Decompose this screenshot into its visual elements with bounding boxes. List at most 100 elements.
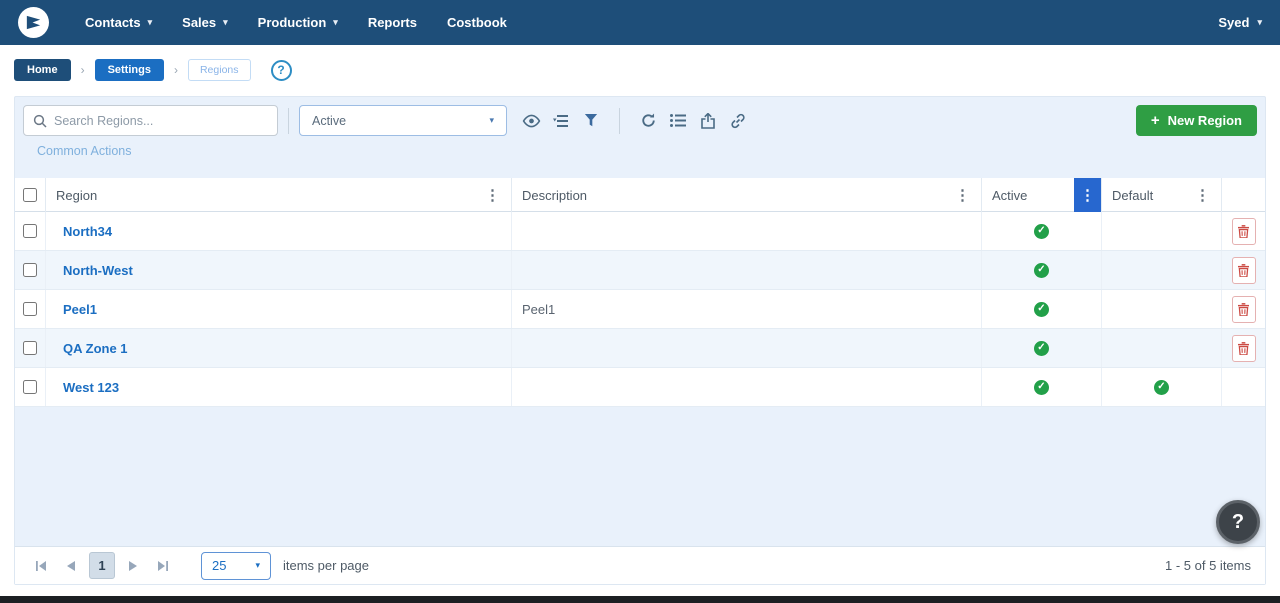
chevron-down-icon: ▾	[489, 115, 494, 126]
items-range-label: 1 - 5 of 5 items	[1165, 558, 1251, 573]
row-checkbox[interactable]	[23, 302, 37, 316]
actions-cell	[1222, 212, 1265, 250]
row-checkbox[interactable]	[23, 263, 37, 277]
filter-icon	[584, 113, 598, 128]
region-cell: North34	[46, 212, 512, 250]
nav-production[interactable]: Production ▾	[258, 15, 338, 30]
plus-icon: +	[1151, 112, 1160, 129]
active-cell: ✓	[982, 290, 1102, 328]
column-header-active: Active ⋮	[982, 178, 1102, 212]
page-help-icon[interactable]: ?	[271, 60, 292, 81]
nav-reports[interactable]: Reports	[368, 15, 417, 30]
page-size-dropdown[interactable]: 25 ▾	[201, 552, 271, 580]
row-checkbox[interactable]	[23, 380, 37, 394]
breadcrumb: Home › Settings › Regions ?	[0, 45, 1280, 95]
column-header-default: Default ⋮	[1102, 178, 1222, 212]
nav-label: Sales	[182, 15, 216, 30]
first-page-button[interactable]	[29, 554, 53, 578]
chevron-right-icon: ›	[81, 63, 85, 77]
list-icon	[670, 114, 686, 127]
table-body: North34 ✓ North-West	[15, 212, 1265, 407]
new-region-label: New Region	[1168, 113, 1242, 128]
default-column-menu-icon[interactable]: ⋮	[1192, 186, 1213, 204]
screen-bottom-edge	[0, 596, 1280, 603]
trash-icon	[1238, 303, 1249, 316]
nav-label: Production	[258, 15, 327, 30]
delete-button[interactable]	[1232, 335, 1256, 362]
delete-button[interactable]	[1232, 218, 1256, 245]
table-row: West 123 ✓ ✓	[15, 368, 1265, 407]
region-link[interactable]: QA Zone 1	[63, 341, 128, 356]
nav-sales[interactable]: Sales ▾	[182, 15, 228, 30]
column-header-region: Region ⋮	[46, 178, 512, 212]
region-link[interactable]: North-West	[63, 263, 133, 278]
delete-button[interactable]	[1232, 296, 1256, 323]
region-cell: Peel1	[46, 290, 512, 328]
search-input[interactable]	[54, 114, 268, 128]
toolbar-icons	[519, 108, 750, 134]
last-page-button[interactable]	[151, 554, 175, 578]
export-button[interactable]	[696, 109, 720, 133]
region-link[interactable]: Peel1	[63, 302, 97, 317]
toolbar-divider	[288, 108, 289, 134]
row-checkbox-cell	[15, 251, 46, 289]
previous-page-icon	[67, 561, 75, 571]
link-icon	[730, 113, 746, 129]
nav-contacts[interactable]: Contacts ▾	[85, 15, 152, 30]
column-header-description: Description ⋮	[512, 178, 982, 212]
filter-button[interactable]	[579, 109, 603, 133]
refresh-button[interactable]	[636, 109, 660, 133]
column-chooser-button[interactable]	[549, 109, 573, 133]
kebab-menu-icon: ⋮	[1080, 186, 1095, 204]
region-cell: QA Zone 1	[46, 329, 512, 367]
chevron-right-icon: ›	[174, 63, 178, 77]
new-region-button[interactable]: + New Region	[1136, 105, 1257, 136]
page-number-button[interactable]: 1	[89, 552, 115, 579]
active-check-icon: ✓	[1034, 380, 1049, 395]
description-cell	[512, 368, 982, 406]
row-checkbox-cell	[15, 290, 46, 328]
select-all-checkbox[interactable]	[23, 188, 37, 202]
region-link[interactable]: West 123	[63, 380, 119, 395]
previous-page-button[interactable]	[59, 554, 83, 578]
user-menu[interactable]: Syed ▾	[1218, 15, 1262, 30]
default-cell	[1102, 290, 1222, 328]
description-cell	[512, 251, 982, 289]
breadcrumb-settings-button[interactable]: Settings	[95, 59, 164, 81]
floating-help-button[interactable]: ?	[1216, 500, 1260, 544]
active-column-menu-button[interactable]: ⋮	[1074, 178, 1101, 212]
app-logo[interactable]	[18, 7, 49, 38]
export-icon	[701, 113, 715, 129]
column-label: Default	[1112, 188, 1153, 203]
region-column-menu-icon[interactable]: ⋮	[482, 186, 503, 204]
column-label: Active	[992, 188, 1027, 203]
content-panel: Active ▾	[14, 96, 1266, 585]
default-cell	[1102, 329, 1222, 367]
active-cell: ✓	[982, 212, 1102, 250]
active-cell: ✓	[982, 251, 1102, 289]
delete-button[interactable]	[1232, 257, 1256, 284]
next-page-button[interactable]	[121, 554, 145, 578]
table-row: North-West ✓	[15, 251, 1265, 290]
description-cell	[512, 329, 982, 367]
nav-costbook[interactable]: Costbook	[447, 15, 507, 30]
app-window: Contacts ▾ Sales ▾ Production ▾ Reports …	[0, 0, 1280, 603]
search-box	[23, 105, 278, 136]
status-filter-dropdown[interactable]: Active ▾	[299, 105, 507, 136]
row-checkbox[interactable]	[23, 224, 37, 238]
visibility-button[interactable]	[519, 109, 543, 133]
table-row: Peel1 Peel1 ✓	[15, 290, 1265, 329]
breadcrumb-home-button[interactable]: Home	[14, 59, 71, 81]
chevron-down-icon: ▾	[333, 17, 338, 28]
chevron-down-icon: ▾	[255, 560, 260, 571]
list-view-button[interactable]	[666, 109, 690, 133]
default-cell	[1102, 251, 1222, 289]
breadcrumb-current-regions: Regions	[188, 59, 251, 81]
common-actions-link[interactable]: Common Actions	[37, 144, 131, 158]
nav-label: Costbook	[447, 15, 507, 30]
first-page-icon	[36, 561, 46, 571]
row-checkbox[interactable]	[23, 341, 37, 355]
region-link[interactable]: North34	[63, 224, 112, 239]
description-column-menu-icon[interactable]: ⋮	[952, 186, 973, 204]
copy-link-button[interactable]	[726, 109, 750, 133]
